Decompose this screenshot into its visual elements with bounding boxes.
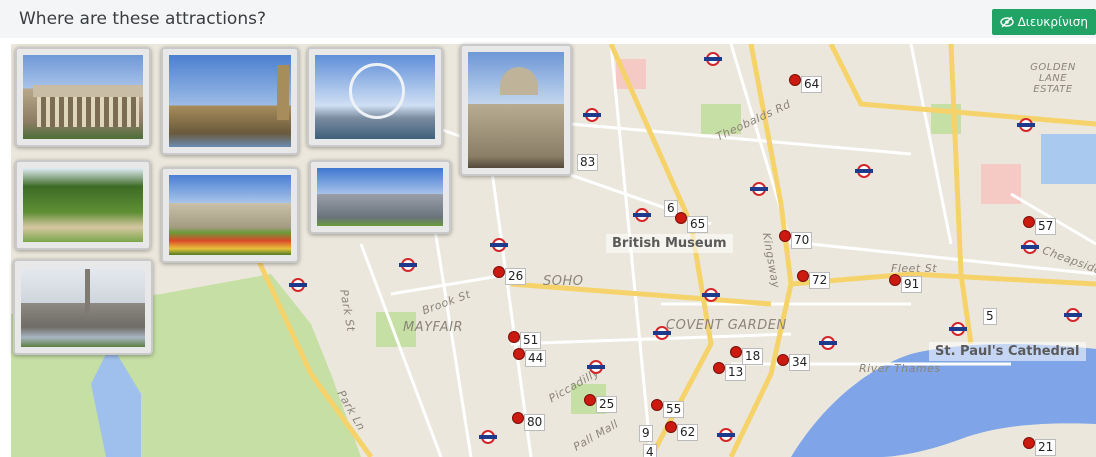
tube-station-icon — [750, 182, 768, 196]
buckingham-palace-photo — [169, 175, 291, 255]
tube-station-icon — [702, 288, 720, 302]
tube-station-icon — [1064, 308, 1082, 322]
marker-number: 91 — [901, 276, 923, 293]
london-eye-photo — [315, 55, 435, 139]
marker-number: 57 — [1035, 218, 1057, 235]
trafalgar-square-photo — [21, 267, 145, 347]
eye-slash-icon — [999, 16, 1014, 28]
map-marker[interactable] — [730, 346, 742, 358]
marker-number: 26 — [505, 268, 527, 285]
map-marker[interactable] — [779, 230, 791, 242]
marker-number: 62 — [677, 424, 699, 441]
st-pauls-photo — [468, 52, 564, 168]
map-marker[interactable] — [675, 212, 687, 224]
marker-number: 21 — [1035, 439, 1057, 456]
map-marker[interactable] — [493, 266, 505, 278]
thumbnail-natural-history-museum[interactable] — [309, 160, 451, 234]
map-marker[interactable] — [512, 412, 524, 424]
map-marker[interactable] — [1023, 437, 1035, 449]
marker-number: 13 — [725, 364, 747, 381]
tube-station-icon — [289, 278, 307, 292]
marker-number: 83 — [577, 154, 599, 171]
map-marker[interactable] — [508, 331, 520, 343]
area-label-mayfair: MAYFAIR — [403, 320, 464, 335]
british-museum-photo — [23, 55, 143, 139]
tube-station-icon — [819, 336, 837, 350]
thumbnail-british-museum[interactable] — [15, 47, 151, 147]
area-label-soho: SOHO — [543, 274, 584, 289]
natural-history-museum-photo — [317, 168, 443, 226]
thumbnail-london-eye[interactable] — [307, 47, 443, 147]
park-photo — [23, 168, 143, 242]
tube-station-icon — [490, 238, 508, 252]
marker-number: 44 — [525, 350, 547, 367]
poi-british-museum: British Museum — [606, 234, 733, 253]
poi-number-5[interactable]: 5 — [983, 308, 997, 325]
marker-number: 64 — [801, 76, 823, 93]
tube-station-icon — [855, 164, 873, 178]
westminster-photo — [169, 55, 291, 147]
tube-station-icon — [399, 258, 417, 272]
thumbnail-buckingham-palace[interactable] — [161, 167, 299, 263]
map-marker[interactable] — [651, 399, 663, 411]
marker-number: 70 — [791, 232, 813, 249]
marker-number: 34 — [789, 354, 811, 371]
tube-station-icon — [583, 108, 601, 122]
tube-station-icon — [1017, 118, 1035, 132]
map-marker[interactable] — [777, 354, 789, 366]
marker-number: 72 — [809, 272, 831, 289]
marker-number: 18 — [742, 348, 764, 365]
map-marker[interactable] — [889, 274, 901, 286]
map-marker[interactable] — [513, 348, 525, 360]
page-title: Where are these attractions? — [19, 9, 266, 29]
map-marker[interactable] — [789, 74, 801, 86]
marker-number: 55 — [663, 401, 685, 418]
tube-station-icon — [717, 428, 735, 442]
header-bar: Where are these attractions? Διευκρίνιση — [0, 0, 1096, 38]
map-marker[interactable] — [584, 394, 596, 406]
street-fleet-st: Fleet St — [891, 262, 938, 275]
tube-station-icon — [587, 360, 605, 374]
map-marker[interactable] — [713, 362, 725, 374]
area-label-covent-garden: COVENT GARDEN — [666, 318, 787, 333]
thumbnail-st-pauls[interactable] — [460, 44, 572, 176]
marker-number: 25 — [596, 396, 618, 413]
marker-number: 51 — [520, 332, 542, 349]
tube-station-icon — [633, 208, 651, 222]
marker-number: 4 — [643, 444, 657, 457]
thumbnail-trafalgar-square[interactable] — [13, 259, 153, 355]
area-label-golden-lane: GOLDEN LANE ESTATE — [1030, 62, 1076, 95]
hint-button-label: Διευκρίνιση — [1017, 15, 1088, 29]
hint-button[interactable]: Διευκρίνιση — [991, 9, 1096, 35]
thumbnail-park[interactable] — [15, 160, 151, 250]
tube-station-icon — [479, 430, 497, 444]
poi-st-pauls: St. Paul's Cathedral — [929, 342, 1086, 361]
thumbnail-westminster[interactable] — [161, 47, 299, 155]
tube-station-icon — [949, 322, 967, 336]
marker-number: 65 — [687, 216, 709, 233]
tube-station-icon — [704, 52, 722, 66]
river-thames-label: River Thames — [859, 362, 941, 375]
marker-number: 9 — [639, 425, 653, 442]
map-marker[interactable] — [797, 270, 809, 282]
marker-number: 80 — [524, 414, 546, 431]
tube-station-icon — [1021, 240, 1039, 254]
tube-station-icon — [653, 326, 671, 340]
map-marker[interactable] — [1023, 216, 1035, 228]
map-marker[interactable] — [665, 421, 677, 433]
